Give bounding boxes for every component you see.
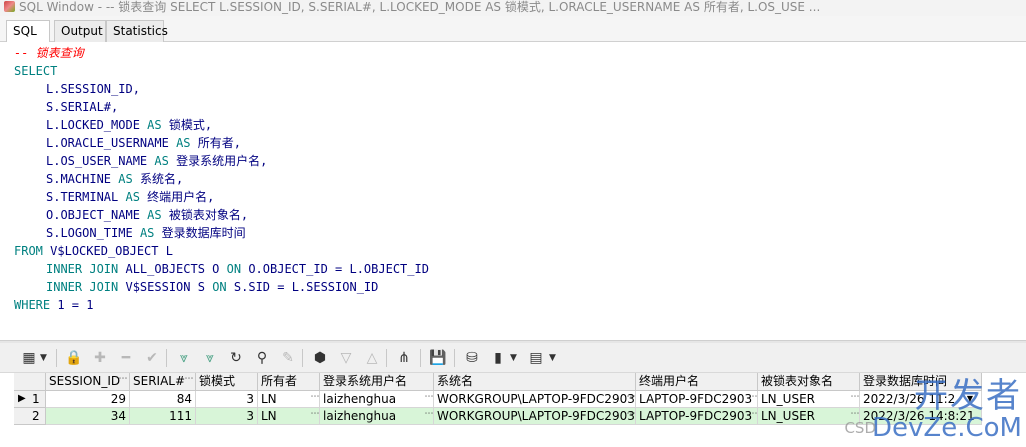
cell-os-user[interactable]: laizhenghua — [320, 408, 434, 425]
toolbar-separator — [166, 349, 167, 367]
find-icon[interactable]: ⚲ — [251, 347, 273, 369]
sql-column-line: L.ORACLE_USERNAME AS 所有者, — [46, 136, 241, 150]
editor-tabs: SQL Output Statistics — [0, 16, 1026, 43]
cell-ellipsis-icon[interactable]: ⋯ — [424, 409, 434, 419]
cell-ellipsis-icon[interactable]: ⋯ — [748, 409, 758, 419]
hierarchy-icon[interactable]: ⋔ — [393, 347, 415, 369]
sql-column-line: O.OBJECT_NAME AS 被锁表对象名, — [46, 208, 249, 222]
cell-ellipsis-icon[interactable]: ⋯ — [626, 409, 636, 419]
watermark-en: DevZe.CoM — [872, 413, 1022, 443]
query-by-example-icon[interactable]: ⬢ — [309, 347, 331, 369]
toolbar-separator — [302, 349, 303, 367]
tab-statistics-label: Statistics — [113, 24, 168, 38]
sql-column-line: L.OS_USER_NAME AS 登录系统用户名, — [46, 154, 268, 168]
tab-sql[interactable]: SQL — [6, 20, 50, 43]
result-toolbar: ▦ ▼ 🔒 ✚ ━ ✔ ⩔ ⩔ ↻ ⚲ ✎ ⬢ ▽ △ ⋔ 💾 ⛁ ▮ ▼ ▤ … — [0, 343, 1026, 373]
cell-ellipsis-icon[interactable]: ⋯ — [310, 409, 320, 419]
add-record-icon[interactable]: ✚ — [89, 347, 111, 369]
column-header[interactable]: 锁模式 — [196, 373, 258, 391]
app-icon — [4, 1, 15, 12]
grid-view-icon[interactable]: ▦ — [18, 347, 40, 369]
save-icon[interactable]: 💾 — [427, 347, 449, 369]
table-export-icon[interactable]: ▤ — [525, 347, 547, 369]
cell-os-user[interactable]: laizhenghua — [320, 391, 434, 408]
toolbar-separator — [56, 349, 57, 367]
sort-asc-icon[interactable]: △ — [361, 347, 383, 369]
clear-icon[interactable]: ✎ — [277, 347, 299, 369]
sql-column-line: S.SERIAL#, — [46, 100, 119, 114]
toolbar-separator — [386, 349, 387, 367]
refresh-icon[interactable]: ↻ — [225, 347, 247, 369]
toolbar-separator — [454, 349, 455, 367]
cell-ellipsis-icon[interactable]: ⋯ — [424, 392, 434, 402]
sql-from-line: FROM V$LOCKED_OBJECT L — [14, 244, 173, 258]
cell-machine[interactable]: WORKGROUP\LAPTOP-9FDC2903 — [434, 391, 636, 408]
tab-output-label: Output — [61, 24, 103, 38]
sql-join-line: INNER JOIN ALL_OBJECTS O ON O.OBJECT_ID … — [46, 262, 429, 276]
window-title: SQL Window - -- 锁表查询 SELECT L.SESSION_ID… — [19, 0, 821, 14]
clear-filter-icon[interactable]: ⩔ — [199, 347, 221, 369]
current-row-marker-icon: ▶ — [18, 393, 26, 404]
cell-session-id[interactable]: 29 — [46, 391, 130, 408]
cell-ellipsis-icon[interactable]: ⋯ — [626, 392, 636, 402]
sql-column-line: L.LOCKED_MODE AS 锁模式, — [46, 118, 213, 132]
cell-ellipsis-icon[interactable]: ⋯ — [310, 392, 320, 402]
tab-sql-label: SQL — [13, 24, 37, 38]
column-resize-handle[interactable]: ⋯ — [118, 374, 128, 384]
cell-object-name[interactable]: LN_USER — [758, 391, 860, 408]
column-header[interactable]: 被锁表对象名 — [758, 373, 860, 391]
cell-lock-mode[interactable]: 3 — [196, 391, 258, 408]
row-header[interactable]: 2 — [14, 408, 46, 425]
lock-icon[interactable]: 🔒 — [63, 347, 85, 369]
post-record-icon[interactable]: ✔ — [141, 347, 163, 369]
cell-terminal[interactable]: LAPTOP-9FDC2903 — [636, 391, 758, 408]
toolbar-separator — [420, 349, 421, 367]
cell-serial[interactable]: 84 — [130, 391, 196, 408]
window-title-bar: SQL Window - -- 锁表查询 SELECT L.SESSION_ID… — [0, 0, 1026, 16]
sql-editor[interactable]: -- 锁表查询 SELECT L.SESSION_ID, S.SERIAL#, … — [0, 42, 1026, 340]
grid-corner — [14, 373, 46, 391]
watermark-cn: 开发者 — [914, 376, 1022, 416]
chevron-down-icon[interactable]: ▼ — [549, 347, 559, 369]
column-header[interactable]: 系统名 — [434, 373, 636, 391]
cell-ellipsis-icon[interactable]: ⋯ — [748, 392, 758, 402]
chevron-down-icon[interactable]: ▼ — [40, 347, 50, 369]
sql-select-keyword: SELECT — [14, 64, 58, 78]
export-icon[interactable]: ⛁ — [461, 347, 483, 369]
tab-statistics[interactable]: Statistics — [106, 20, 168, 42]
cell-machine[interactable]: WORKGROUP\LAPTOP-9FDC2903 — [434, 408, 636, 425]
watermark: 开发者 DevZe.CoM — [872, 378, 1022, 442]
sql-where-line: WHERE 1 = 1 — [14, 298, 94, 312]
column-header[interactable]: 所有者 — [258, 373, 320, 391]
filter-icon[interactable]: ⩔ — [173, 347, 195, 369]
column-resize-handle[interactable]: ⋯ — [184, 374, 194, 384]
tab-output[interactable]: Output — [54, 20, 106, 42]
sql-join-line: INNER JOIN V$SESSION S ON S.SID = L.SESS… — [46, 280, 379, 294]
sql-column-line: S.TERMINAL AS 终端用户名, — [46, 190, 215, 204]
column-header[interactable]: 终端用户名 — [636, 373, 758, 391]
delete-record-icon[interactable]: ━ — [115, 347, 137, 369]
cell-lock-mode[interactable]: 3 — [196, 408, 258, 425]
chart-icon[interactable]: ▮ — [487, 347, 509, 369]
cell-serial[interactable]: 111 — [130, 408, 196, 425]
cell-ellipsis-icon[interactable]: ⋯ — [850, 409, 860, 419]
cell-terminal[interactable]: LAPTOP-9FDC2903 — [636, 408, 758, 425]
sql-column-line: S.MACHINE AS 系统名, — [46, 172, 184, 186]
sql-comment: -- 锁表查询 — [14, 46, 84, 60]
chevron-down-icon[interactable]: ▼ — [510, 347, 520, 369]
sql-column-line: S.LOGON_TIME AS 登录数据库时间 — [46, 226, 246, 240]
sort-desc-icon[interactable]: ▽ — [335, 347, 357, 369]
row-header[interactable]: ▶ 1 — [14, 391, 46, 408]
cell-ellipsis-icon[interactable]: ⋯ — [850, 392, 860, 402]
watermark-small: CSD — [844, 419, 876, 437]
cell-session-id[interactable]: 34 — [46, 408, 130, 425]
column-header[interactable]: 登录系统用户名 — [320, 373, 434, 391]
sql-column-line: L.SESSION_ID, — [46, 82, 140, 96]
